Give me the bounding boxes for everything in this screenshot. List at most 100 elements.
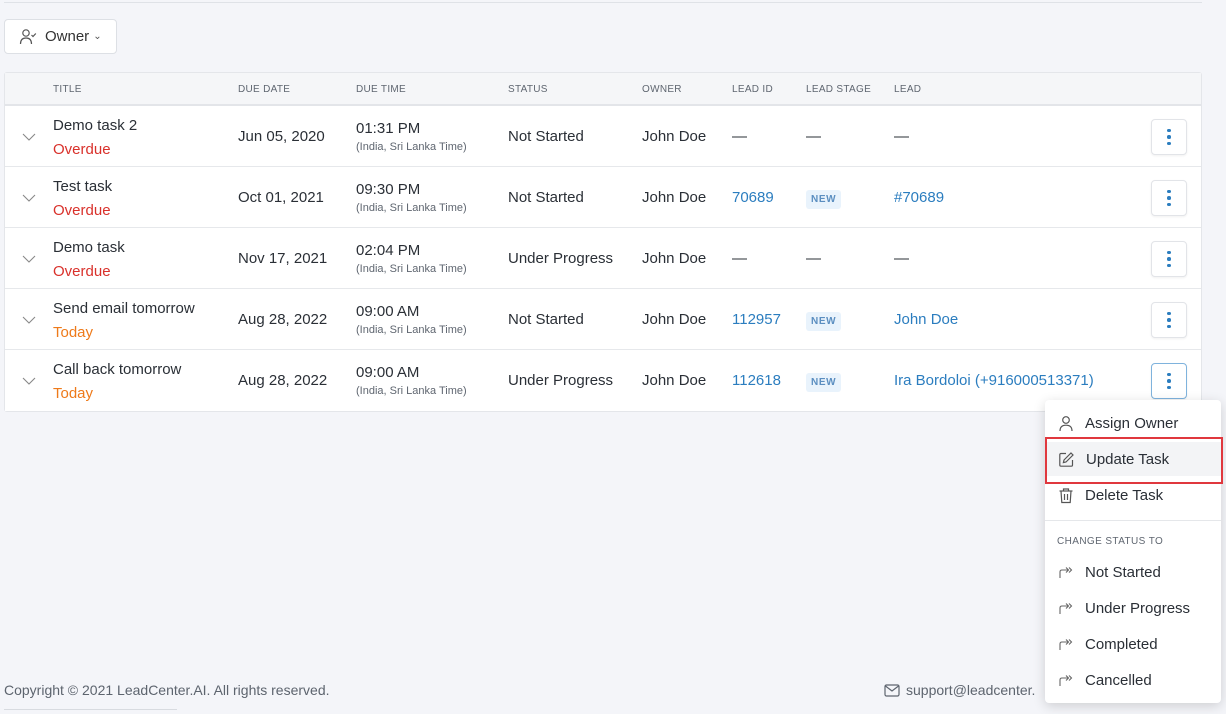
due-time: 01:31 PM [356,120,421,137]
menu-item-assign-owner[interactable]: Assign Owner [1045,406,1221,440]
lead-stage: — [806,250,821,267]
owner-filter-label: Owner [45,28,90,45]
menu-item-label: Not Started [1085,563,1161,581]
forward-arrow-icon [1059,639,1073,650]
menu-item-label: Cancelled [1085,671,1152,689]
row-actions-button[interactable] [1151,241,1187,277]
lead-stage: — [806,128,821,145]
timezone: (India, Sri Lanka Time) [356,324,467,336]
due-date: Oct 01, 2021 [238,189,324,206]
menu-item-status-not-started[interactable]: Not Started [1045,555,1221,589]
lead-id: — [732,250,747,267]
timezone: (India, Sri Lanka Time) [356,141,467,153]
menu-item-label: Under Progress [1085,599,1191,617]
table-row: Demo task Overdue Nov 17, 2021 02:04 PM … [5,228,1201,289]
task-title[interactable]: Send email tomorrow [53,300,195,317]
table-header: TITLE DUE DATE DUE TIME STATUS OWNER LEA… [5,73,1201,106]
kebab-dot [1167,263,1171,268]
menu-item-update-task[interactable]: Update Task [1045,442,1221,476]
menu-item-status-completed[interactable]: Completed [1045,627,1221,661]
row-actions-button-active[interactable] [1151,363,1187,399]
column-header-title[interactable]: TITLE [53,84,82,95]
table-row: Call back tomorrow Today Aug 28, 2022 09… [5,350,1201,411]
forward-arrow-icon [1059,567,1073,578]
lead: — [894,128,909,145]
expand-chevron-icon[interactable] [21,374,37,388]
row-actions-button[interactable] [1151,180,1187,216]
support-email-link[interactable]: support@leadcenter. [906,682,1035,698]
lead-link[interactable]: John Doe [894,311,958,328]
due-flag: Overdue [53,202,111,219]
status: Under Progress [508,372,614,389]
column-header-lead-stage[interactable]: LEAD STAGE [806,84,871,95]
edit-icon [1059,451,1074,467]
tasks-table: TITLE DUE DATE DUE TIME STATUS OWNER LEA… [4,72,1202,412]
column-header-due-date[interactable]: DUE DATE [238,84,290,95]
row-actions-button[interactable] [1151,302,1187,338]
task-title[interactable]: Demo task 2 [53,117,137,134]
table-row: Test task Overdue Oct 01, 2021 09:30 PM … [5,167,1201,228]
owner: John Doe [642,372,707,389]
expand-chevron-icon[interactable] [21,130,37,144]
task-title[interactable]: Test task [53,178,112,195]
timezone: (India, Sri Lanka Time) [356,202,467,214]
status: Not Started [508,189,584,206]
lead-link[interactable]: Ira Bordoloi (+916000513371) [894,372,1094,389]
due-date: Nov 17, 2021 [238,250,328,267]
kebab-dot [1167,189,1171,194]
column-header-status[interactable]: STATUS [508,84,548,95]
menu-item-status-cancelled[interactable]: Cancelled [1045,663,1221,697]
menu-divider [1045,520,1221,521]
table-row: Send email tomorrow Today Aug 28, 2022 0… [5,289,1201,350]
trash-icon [1059,487,1073,503]
column-header-owner[interactable]: OWNER [642,84,682,95]
chevron-down-icon: ⌄ [93,31,102,42]
column-header-due-time[interactable]: DUE TIME [356,84,406,95]
menu-item-label: Assign Owner [1085,414,1179,432]
column-header-lead[interactable]: LEAD [894,84,921,95]
column-header-lead-id[interactable]: LEAD ID [732,84,773,95]
footer-support[interactable]: support@leadcenter. [884,682,1035,698]
kebab-dot [1167,311,1171,316]
lead-id: — [732,128,747,145]
owner: John Doe [642,128,707,145]
kebab-dot [1167,250,1171,255]
forward-arrow-icon [1059,603,1073,614]
task-title[interactable]: Demo task [53,239,125,256]
expand-chevron-icon[interactable] [21,313,37,327]
status: Not Started [508,128,584,145]
due-date: Aug 28, 2022 [238,372,328,389]
menu-item-label: Completed [1085,635,1158,653]
due-flag: Today [53,385,94,402]
kebab-dot [1167,128,1171,133]
forward-arrow-icon [1059,675,1073,686]
menu-item-label: Update Task [1086,450,1170,468]
task-title[interactable]: Call back tomorrow [53,361,181,378]
row-actions-button[interactable] [1151,119,1187,155]
kebab-dot [1167,379,1171,383]
expand-chevron-icon[interactable] [21,191,37,205]
kebab-dot [1167,324,1171,329]
lead-id-link[interactable]: 112957 [732,311,781,328]
lead-id-link[interactable]: 70689 [732,189,774,206]
kebab-dot [1167,257,1171,261]
due-time: 02:04 PM [356,242,421,259]
lead-link[interactable]: #70689 [894,189,944,206]
status: Under Progress [508,250,614,267]
status: Not Started [508,311,584,328]
due-time: 09:00 AM [356,303,420,320]
menu-item-status-under-progress[interactable]: Under Progress [1045,591,1221,625]
lead-id-link[interactable]: 112618 [732,372,781,389]
change-status-caption: CHANGE STATUS TO [1057,536,1164,547]
menu-item-delete-task[interactable]: Delete Task [1045,478,1221,512]
mail-icon [884,683,900,697]
kebab-dot [1167,196,1171,200]
table-row: Demo task 2 Overdue Jun 05, 2020 01:31 P… [5,106,1201,167]
owner-filter-button[interactable]: Owner ⌄ [4,19,117,54]
due-flag: Today [53,324,94,341]
menu-item-label: Delete Task [1085,486,1164,504]
expand-chevron-icon[interactable] [21,252,37,266]
owner: John Doe [642,189,707,206]
timezone: (India, Sri Lanka Time) [356,385,467,397]
kebab-dot [1167,202,1171,207]
